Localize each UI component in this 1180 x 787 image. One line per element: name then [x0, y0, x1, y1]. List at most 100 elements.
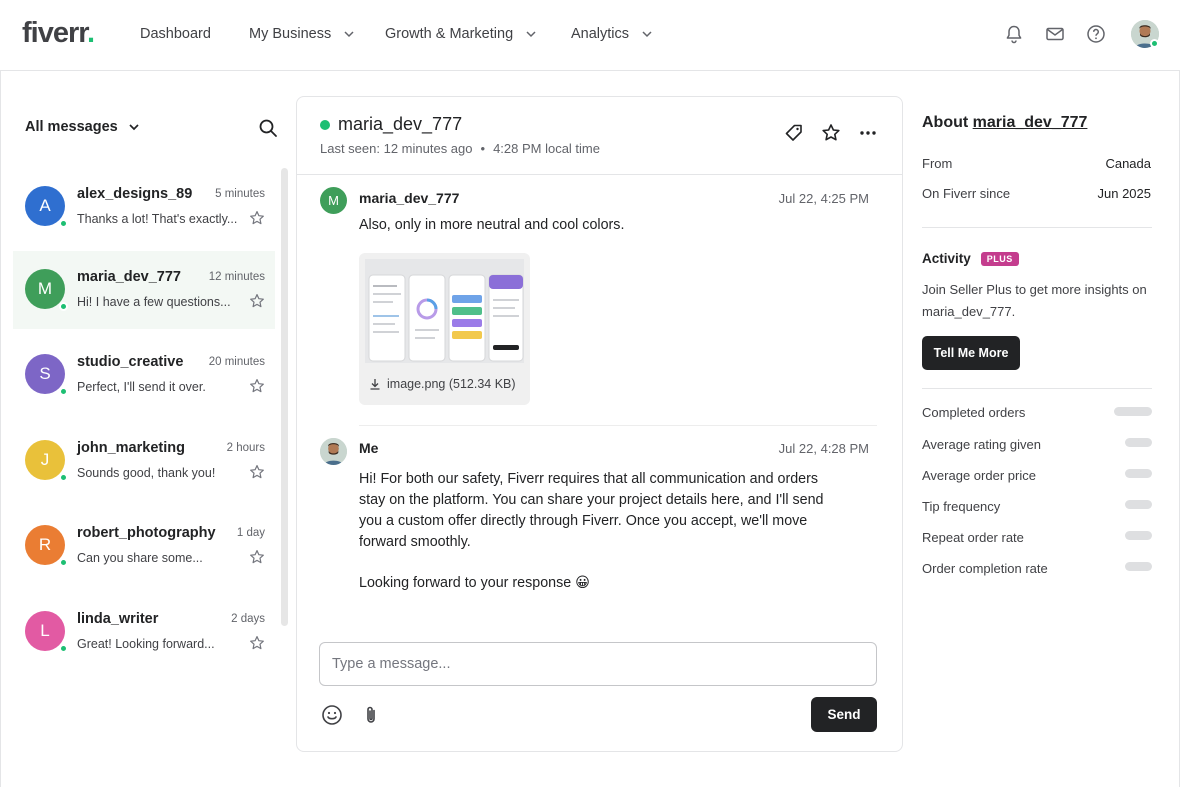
contact-name: maria_dev_777 — [77, 269, 181, 285]
all-messages-label: All messages — [25, 119, 118, 135]
online-status-dot — [320, 119, 330, 130]
contact-avatar: M — [25, 269, 68, 311]
stat-placeholder-bar — [1125, 469, 1152, 478]
message-preview: Hi! I have a few questions... — [77, 295, 231, 309]
about-panel: About maria_dev_777 From Canada On Fiver… — [903, 71, 1180, 787]
message-preview: Great! Looking forward... — [77, 637, 215, 651]
message-input[interactable] — [319, 642, 877, 686]
contact-avatar: L — [25, 611, 68, 653]
chevron-down-icon — [129, 124, 139, 131]
star-icon[interactable] — [249, 464, 265, 480]
top-navigation: fiverr. Dashboard My Business Growth & M… — [0, 0, 1180, 71]
nav-my-business[interactable]: My Business — [249, 26, 355, 42]
status-separator: • — [480, 141, 486, 156]
nav-dashboard[interactable]: Dashboard — [140, 26, 211, 42]
contact-name: alex_designs_89 — [77, 186, 193, 202]
stat-tip-frequency-label: Tip frequency — [922, 499, 1001, 514]
conversation-item[interactable]: R robert_photography 1 day Can you share… — [13, 507, 275, 585]
section-divider — [922, 388, 1152, 389]
conversation-item[interactable]: S studio_creative 20 minutes Perfect, I'… — [13, 336, 275, 414]
contact-avatar: A — [25, 186, 68, 228]
activity-heading: Activity PLUS — [922, 251, 1019, 266]
member-since-value: Jun 2025 — [1097, 186, 1152, 201]
conversation-time: 2 days — [231, 613, 265, 625]
conversation-scrollbar[interactable] — [281, 168, 288, 626]
message-text: Looking forward to your response 😀 — [359, 575, 591, 591]
image-attachment[interactable]: image.png (512.34 KB) — [359, 253, 530, 405]
attachment-thumbnail — [365, 259, 524, 363]
conversation-time: 1 day — [236, 527, 265, 539]
about-title-prefix: About — [922, 114, 969, 131]
star-icon[interactable] — [249, 210, 265, 226]
help-icon[interactable] — [1086, 24, 1106, 44]
more-options-icon[interactable] — [858, 123, 878, 143]
fiverr-logo[interactable]: fiverr. — [22, 17, 95, 50]
star-icon[interactable] — [821, 123, 841, 143]
about-username-link[interactable]: maria_dev_777 — [973, 114, 1088, 131]
attachment-filename[interactable]: image.png (512.34 KB) — [369, 377, 516, 391]
tell-me-more-button[interactable]: Tell Me More — [922, 336, 1020, 370]
message-avatar — [320, 438, 347, 465]
nav-dashboard-label: Dashboard — [140, 26, 211, 42]
message-time: Jul 22, 4:25 PM — [778, 191, 869, 206]
online-status-dot — [59, 644, 68, 653]
star-icon[interactable] — [249, 378, 265, 394]
contact-name: robert_photography — [77, 525, 216, 541]
emoji-icon[interactable] — [321, 704, 343, 726]
star-icon[interactable] — [249, 293, 265, 309]
member-since-label: On Fiverr since — [922, 186, 1011, 201]
chat-header: maria_dev_777 Last seen: 12 minutes ago … — [297, 97, 902, 175]
contact-name: studio_creative — [77, 354, 184, 370]
message-preview: Sounds good, thank you! — [77, 466, 216, 480]
stat-placeholder-bar — [1125, 438, 1152, 447]
nav-analytics[interactable]: Analytics — [571, 26, 653, 42]
online-status-dot — [59, 558, 68, 567]
message-divider — [359, 425, 877, 426]
stat-completed-orders-label: Completed orders — [922, 405, 1026, 420]
chevron-down-icon — [526, 31, 536, 38]
local-time-text: 4:28 PM local time — [493, 141, 600, 156]
attachment-filename-label: image.png (512.34 KB) — [387, 377, 516, 391]
star-icon[interactable] — [249, 549, 265, 565]
nav-analytics-label: Analytics — [571, 26, 630, 42]
message-text: Hi! For both our safety, Fiverr requires… — [359, 471, 824, 550]
stat-average-order-price-label: Average order price — [922, 468, 1036, 483]
nav-growth-marketing[interactable]: Growth & Marketing — [385, 26, 537, 42]
message-preview: Thanks a lot! That's exactly... — [77, 212, 238, 226]
paperclip-icon[interactable] — [360, 704, 382, 726]
conversation-list-panel: All messages A alex_designs_89 5 minutes… — [0, 71, 290, 787]
stat-placeholder-bar — [1125, 531, 1152, 540]
online-status-dot — [59, 302, 68, 311]
message-author: Me — [359, 440, 379, 456]
seller-plus-promo-text: Join Seller Plus to get more insights on… — [922, 282, 1147, 319]
conversation-item-active[interactable]: M maria_dev_777 12 minutes Hi! I have a … — [13, 251, 275, 329]
contact-avatar: J — [25, 440, 68, 482]
conversation-item[interactable]: A alex_designs_89 5 minutes Thanks a lot… — [13, 168, 275, 246]
chat-contact-name: maria_dev_777 — [320, 114, 462, 135]
bell-icon[interactable] — [1004, 24, 1024, 44]
chat-contact-username: maria_dev_777 — [338, 114, 463, 134]
conversation-item[interactable]: J john_marketing 2 hours Sounds good, th… — [13, 422, 275, 500]
online-status-dot — [59, 219, 68, 228]
envelope-icon[interactable] — [1045, 24, 1065, 44]
stat-repeat-order-rate-label: Repeat order rate — [922, 530, 1024, 545]
message-preview: Can you share some... — [77, 551, 203, 565]
message-preview: Perfect, I'll send it over. — [77, 380, 206, 394]
stat-order-completion-rate-label: Order completion rate — [922, 561, 1048, 576]
from-label: From — [922, 156, 953, 171]
conversation-item[interactable]: L linda_writer 2 days Great! Looking for… — [13, 593, 275, 671]
online-status-dot — [59, 387, 68, 396]
nav-growth-marketing-label: Growth & Marketing — [385, 26, 514, 42]
search-icon[interactable] — [258, 118, 278, 138]
about-title: About maria_dev_777 — [922, 114, 1087, 132]
contact-name: john_marketing — [77, 440, 185, 456]
tag-icon[interactable] — [784, 123, 804, 143]
download-icon — [370, 379, 380, 390]
star-icon[interactable] — [249, 635, 265, 651]
contact-avatar: R — [25, 525, 68, 567]
section-divider — [922, 227, 1152, 228]
send-button[interactable]: Send — [811, 697, 877, 732]
contact-name: linda_writer — [77, 611, 159, 627]
all-messages-filter[interactable]: All messages — [25, 119, 140, 135]
message-author: maria_dev_777 — [359, 190, 460, 206]
